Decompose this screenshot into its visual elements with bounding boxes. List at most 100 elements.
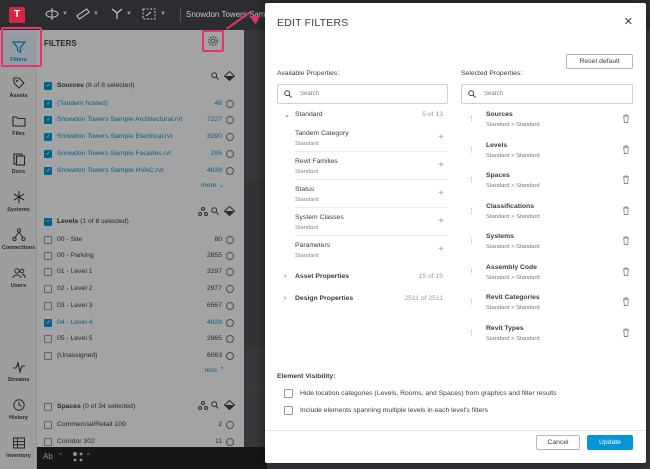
- property-source: Standard: [295, 197, 319, 203]
- chevron-down-icon[interactable]: ▼: [62, 11, 68, 17]
- selected-property-item[interactable]: ⋮ Sources Standard > Standard: [468, 107, 638, 137]
- chevron-right-icon: ›: [284, 273, 287, 280]
- gear-icon[interactable]: [207, 35, 219, 49]
- group-count: 2511 of 2511: [404, 295, 443, 302]
- group-title: Design Properties: [295, 295, 354, 302]
- multi-level-checkbox[interactable]: [284, 406, 293, 415]
- app-logo[interactable]: T: [9, 7, 25, 23]
- option-label: Include elements spanning multiple level…: [300, 407, 488, 414]
- property-name: Revit Types: [486, 325, 524, 332]
- available-property-item[interactable]: Revit Families Standard +: [295, 152, 448, 180]
- drag-handle-icon[interactable]: ⋮: [468, 268, 475, 276]
- element-visibility-label: Element Visibility:: [277, 373, 336, 380]
- available-property-item[interactable]: Tandem Category Standard +: [295, 124, 448, 152]
- close-icon[interactable]: ✕: [624, 15, 633, 28]
- box-select-icon[interactable]: [142, 8, 156, 23]
- group-count: 5 of 13: [422, 111, 443, 118]
- selected-search-input[interactable]: [484, 88, 614, 100]
- property-name: System Classes: [295, 214, 344, 221]
- chevron-right-icon: ›: [284, 295, 287, 302]
- measure-tool-icon[interactable]: [76, 8, 90, 23]
- trash-icon[interactable]: [622, 236, 630, 247]
- drag-handle-icon[interactable]: ⋮: [468, 298, 475, 306]
- drag-handle-icon[interactable]: ⋮: [468, 329, 475, 337]
- chevron-down-icon[interactable]: ▼: [126, 11, 132, 17]
- selected-property-item[interactable]: ⋮ Spaces Standard > Standard: [468, 168, 638, 198]
- chevron-down-icon: ⌄: [284, 112, 290, 119]
- cancel-button[interactable]: Cancel: [536, 435, 580, 450]
- orbit-tool-icon[interactable]: [45, 8, 59, 23]
- property-name: Revit Categories: [486, 294, 540, 301]
- update-button[interactable]: Update: [587, 435, 633, 450]
- property-name: Parameters: [295, 242, 331, 249]
- property-name: Sources: [486, 111, 513, 118]
- property-name: Status: [295, 186, 315, 193]
- search-icon: [284, 90, 292, 100]
- trash-icon[interactable]: [622, 114, 630, 125]
- property-source: Standard > Standard: [486, 244, 540, 250]
- add-icon[interactable]: +: [438, 160, 444, 171]
- add-icon[interactable]: +: [438, 132, 444, 143]
- trash-icon[interactable]: [622, 297, 630, 308]
- available-property-item[interactable]: System Classes Standard +: [295, 208, 448, 236]
- reset-default-button[interactable]: Reset default: [566, 54, 633, 69]
- add-icon[interactable]: +: [438, 244, 444, 255]
- group-title: Standard: [295, 111, 323, 118]
- property-source: Standard: [295, 141, 319, 147]
- selected-property-item[interactable]: ⋮ Systems Standard > Standard: [468, 229, 638, 259]
- add-icon[interactable]: +: [438, 216, 444, 227]
- property-name: Revit Families: [295, 158, 338, 165]
- project-title: Snowdon Towers Sample: [186, 10, 277, 19]
- property-source: Standard > Standard: [486, 153, 540, 159]
- drag-handle-icon[interactable]: ⋮: [468, 146, 475, 154]
- chevron-down-icon[interactable]: ▼: [160, 11, 166, 17]
- settings-gear-highlight[interactable]: [202, 30, 224, 52]
- filters-highlight: [1, 27, 42, 67]
- property-name: Spaces: [486, 172, 510, 179]
- selected-property-item[interactable]: ⋮ Assembly Code Standard > Standard: [468, 260, 638, 290]
- property-source: Standard: [295, 169, 319, 175]
- available-property-item[interactable]: Status Standard +: [295, 180, 448, 208]
- trash-icon[interactable]: [622, 206, 630, 217]
- property-name: Classifications: [486, 203, 534, 210]
- selected-property-item[interactable]: ⋮ Classifications Standard > Standard: [468, 199, 638, 229]
- section-tool-icon[interactable]: [110, 8, 124, 23]
- property-source: Standard > Standard: [486, 336, 540, 342]
- hide-location-checkbox[interactable]: [284, 389, 293, 398]
- drag-handle-icon[interactable]: ⋮: [468, 115, 475, 123]
- property-source: Standard: [295, 225, 319, 231]
- selected-properties-label: Selected Properties:: [461, 70, 523, 77]
- property-name: Tandem Category: [295, 130, 349, 137]
- drag-handle-icon[interactable]: ⋮: [468, 237, 475, 245]
- available-search[interactable]: [277, 84, 448, 104]
- selected-property-item[interactable]: ⋮ Levels Standard > Standard: [468, 138, 638, 168]
- toolbar-divider: [180, 8, 181, 22]
- property-source: Standard > Standard: [486, 122, 540, 128]
- selected-search[interactable]: [461, 84, 633, 104]
- trash-icon[interactable]: [622, 328, 630, 339]
- trash-icon[interactable]: [622, 267, 630, 278]
- property-source: Standard > Standard: [486, 305, 540, 311]
- chevron-down-icon[interactable]: ▼: [93, 11, 99, 17]
- available-property-item[interactable]: Parameters Standard +: [295, 236, 448, 264]
- drag-handle-icon[interactable]: ⋮: [468, 207, 475, 215]
- selected-property-item[interactable]: ⋮ Revit Types Standard > Standard: [468, 321, 638, 351]
- selected-property-item[interactable]: ⋮ Revit Categories Standard > Standard: [468, 290, 638, 320]
- property-name: Levels: [486, 142, 508, 149]
- property-source: Standard: [295, 253, 319, 259]
- available-search-input[interactable]: [300, 88, 430, 100]
- property-name: Systems: [486, 233, 514, 240]
- trash-icon[interactable]: [622, 145, 630, 156]
- property-name: Assembly Code: [486, 264, 537, 271]
- option-label: Hide location categories (Levels, Rooms,…: [300, 390, 557, 397]
- group-count: 15 of 15: [418, 273, 443, 280]
- dialog-title: EDIT FILTERS: [277, 17, 349, 29]
- dialog-footer-divider: [265, 430, 646, 431]
- group-title: Asset Properties: [295, 273, 350, 280]
- add-icon[interactable]: +: [438, 188, 444, 199]
- search-icon: [468, 90, 476, 100]
- drag-handle-icon[interactable]: ⋮: [468, 176, 475, 184]
- property-source: Standard > Standard: [486, 183, 540, 189]
- trash-icon[interactable]: [622, 175, 630, 186]
- property-source: Standard > Standard: [486, 214, 540, 220]
